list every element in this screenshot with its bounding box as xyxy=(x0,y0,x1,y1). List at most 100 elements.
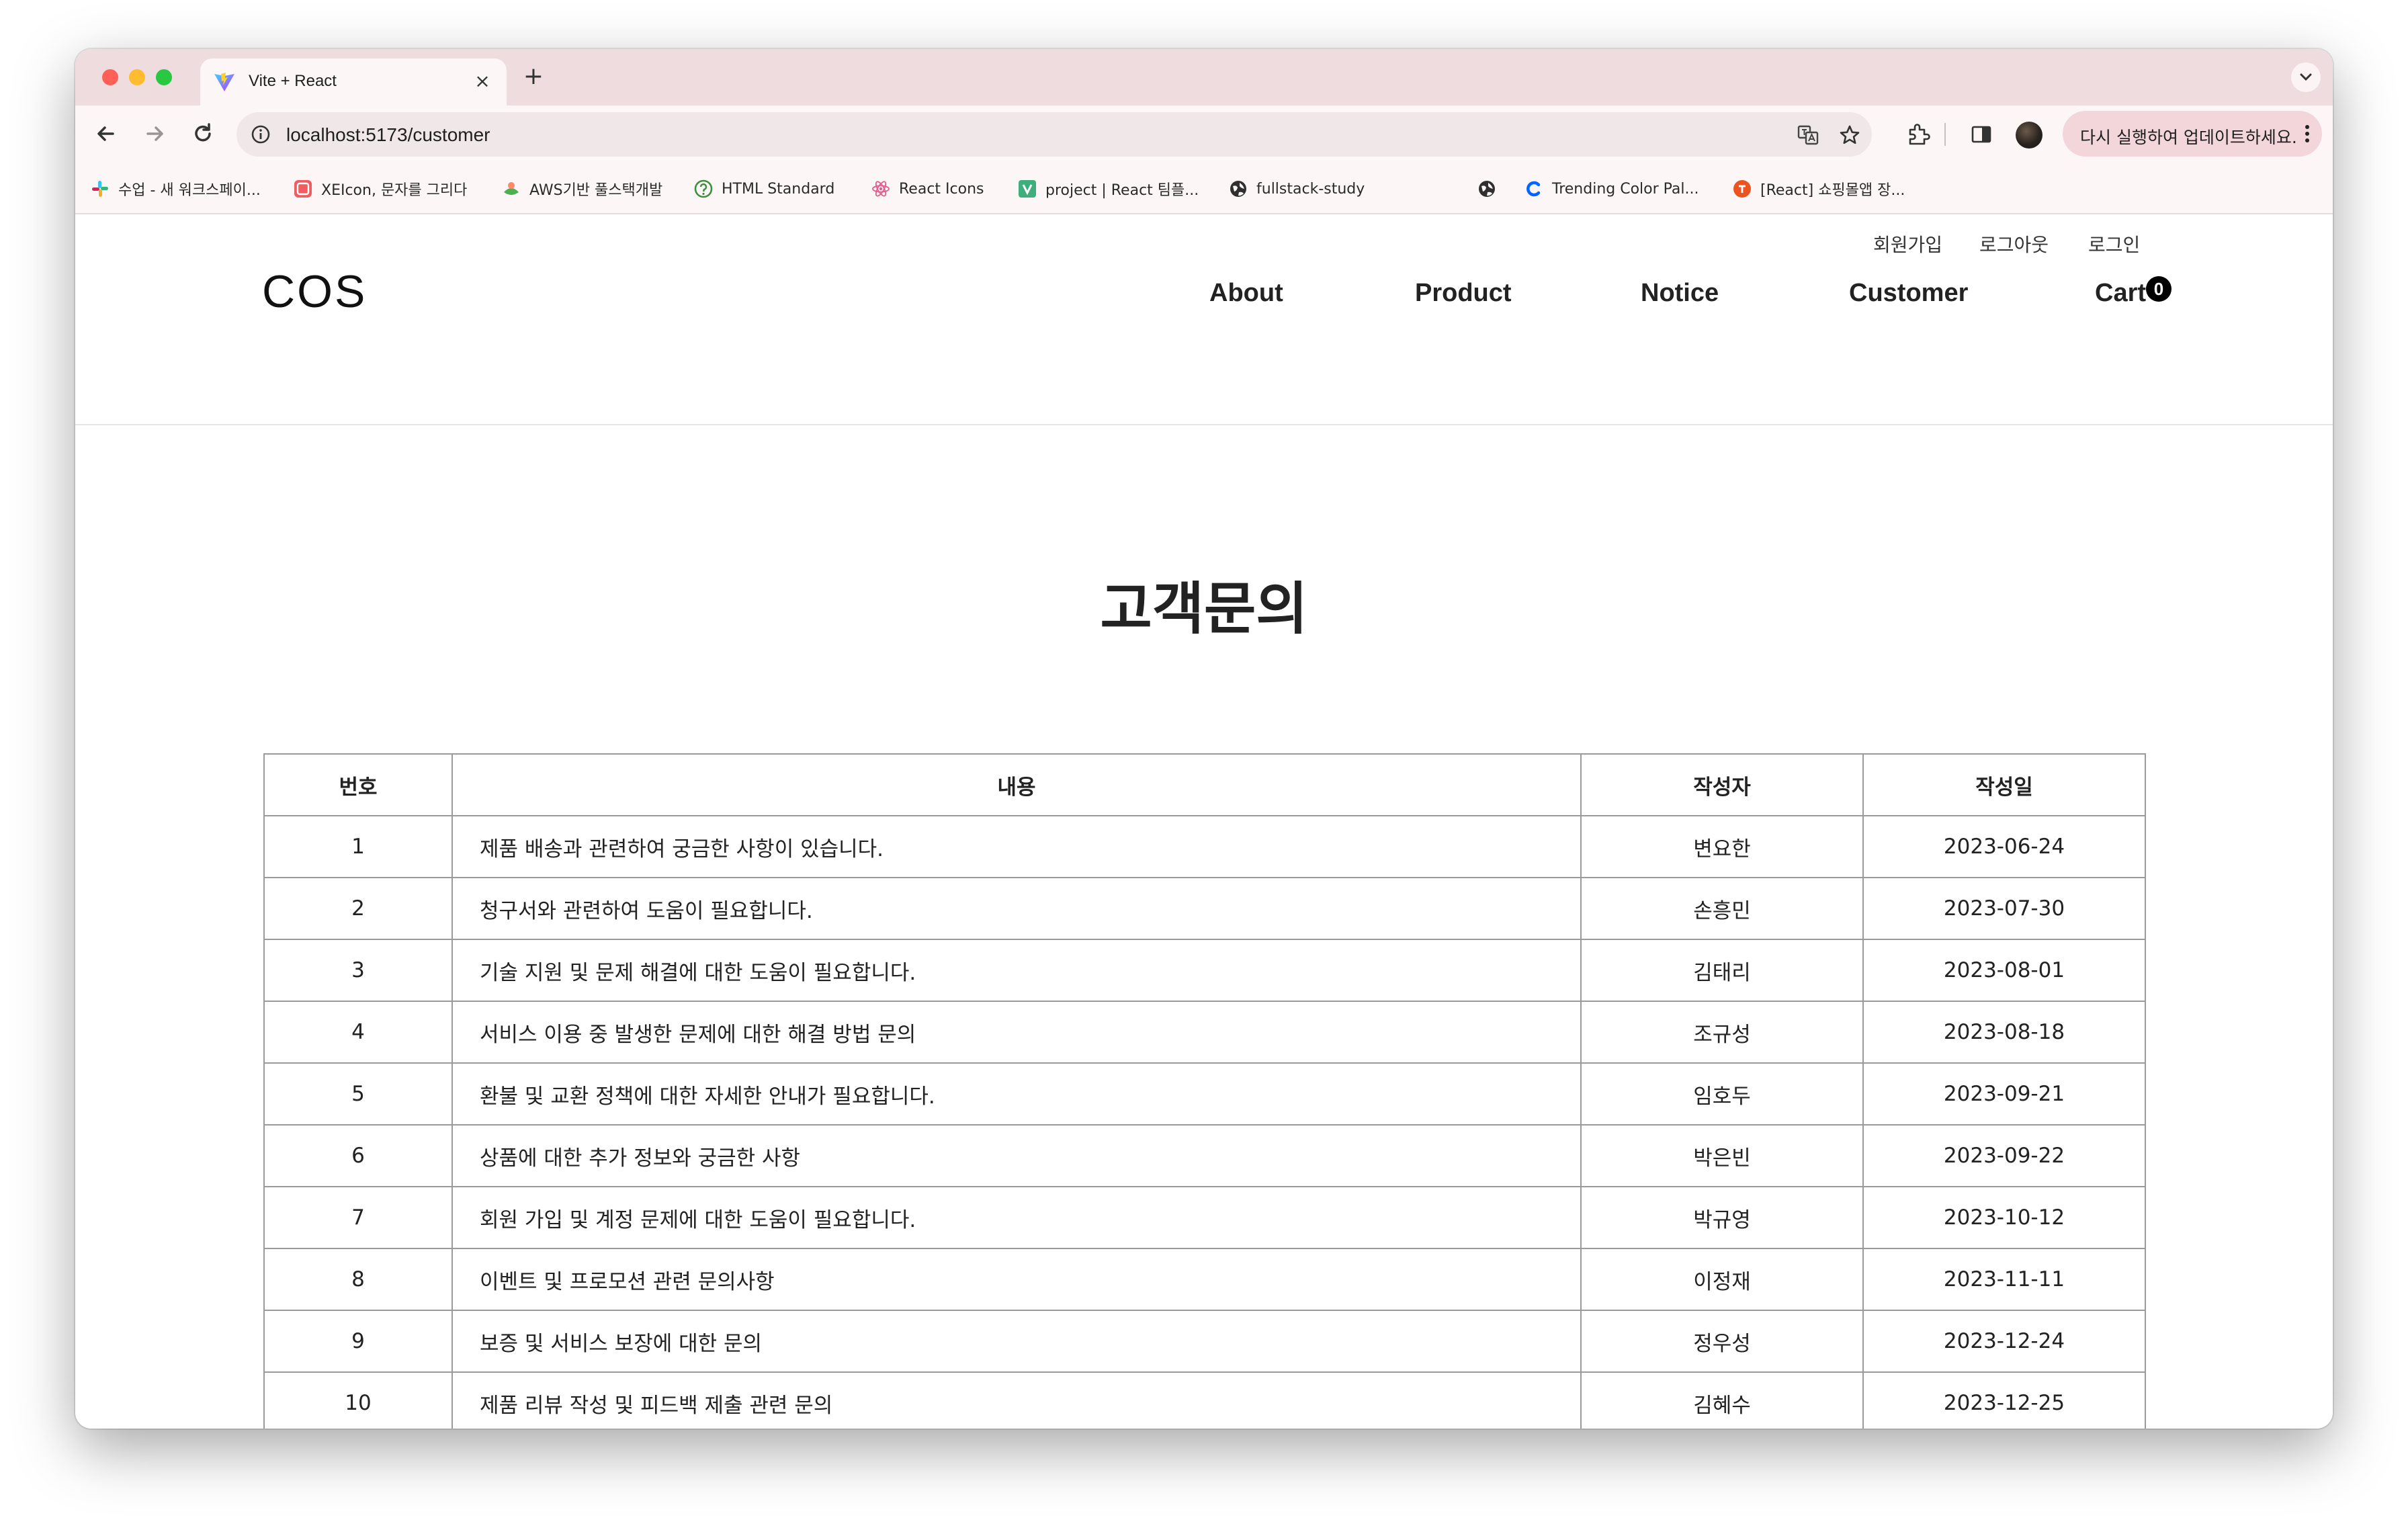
table-row[interactable]: 10 제품 리뷰 작성 및 피드백 제출 관련 문의 김혜수 2023-12-25 xyxy=(263,1371,2146,1429)
row-author: 박은빈 xyxy=(1580,1124,1864,1187)
bookmark-item[interactable]: AWS기반 풀스택개발 xyxy=(501,177,662,201)
column-header: 작성자 xyxy=(1580,753,1864,816)
reload-icon[interactable] xyxy=(189,120,216,147)
globe-icon xyxy=(1479,181,1495,197)
table-row[interactable]: 2 청구서와 관련하여 도움이 필요합니다. 손흥민 2023-07-30 xyxy=(263,877,2146,940)
row-date: 2023-07-30 xyxy=(1862,877,2146,940)
bookmark-label: XEIcon, 문자를 그리다 xyxy=(321,182,468,199)
site-logo[interactable]: COS xyxy=(262,265,367,318)
address-bar[interactable]: localhost:5173/customer xyxy=(236,112,1872,157)
row-content[interactable]: 서비스 이용 중 발생한 문제에 대한 해결 방법 문의 xyxy=(452,1001,1582,1064)
page-content: 회원가입 로그아웃 로그인 COS About Product Notice C… xyxy=(75,214,2333,1429)
translate-icon[interactable] xyxy=(1797,124,1819,146)
row-content[interactable]: 상품에 대한 추가 정보와 궁금한 사항 xyxy=(452,1124,1582,1187)
row-number: 2 xyxy=(263,877,453,940)
bookmark-item[interactable]: React Icons xyxy=(871,177,984,201)
tab-active[interactable]: Vite + React × xyxy=(200,58,507,105)
table-row[interactable]: 1 제품 배송과 관련하여 궁금한 사항이 있습니다. 변요한 2023-06-24 xyxy=(263,815,2146,878)
html-standard-icon xyxy=(694,179,713,198)
new-tab-button[interactable]: + xyxy=(519,62,548,92)
table-row[interactable]: 9 보증 및 서비스 보장에 대한 문의 정우성 2023-12-24 xyxy=(263,1310,2146,1373)
row-author: 조규성 xyxy=(1580,1001,1864,1064)
table-row[interactable]: 5 환불 및 교환 정책에 대한 자세한 안내가 필요합니다. 임호두 2023-09… xyxy=(263,1062,2146,1126)
side-panel-icon[interactable] xyxy=(1969,122,1994,147)
nav-customer[interactable]: Customer xyxy=(1849,279,1968,308)
tab-search-button[interactable] xyxy=(2291,62,2321,92)
table-row[interactable]: 8 이벤트 및 프로모션 관련 문의사항 이정재 2023-11-11 xyxy=(263,1248,2146,1311)
vite-icon xyxy=(214,73,234,91)
row-date: 2023-09-21 xyxy=(1862,1062,2146,1126)
row-author: 김태리 xyxy=(1580,939,1864,1002)
row-number: 6 xyxy=(263,1124,453,1187)
nav-cart[interactable]: Cart xyxy=(2095,279,2146,308)
vuepress-icon xyxy=(1019,180,1036,198)
url-text[interactable]: localhost:5173/customer xyxy=(286,124,490,146)
row-content[interactable]: 환불 및 교환 정책에 대한 자세한 안내가 필요합니다. xyxy=(452,1062,1582,1126)
table-row[interactable]: 3 기술 지원 및 문제 해결에 대한 도움이 필요합니다. 김태리 2023-08-… xyxy=(263,939,2146,1002)
row-number: 10 xyxy=(263,1371,453,1429)
header-divider xyxy=(75,424,2333,425)
cart-count-badge: 0 xyxy=(2146,276,2172,302)
row-number: 7 xyxy=(263,1186,453,1249)
update-chrome-button[interactable]: 다시 실행하여 업데이트하세요. xyxy=(2063,111,2322,157)
row-date: 2023-06-24 xyxy=(1862,815,2146,878)
bookmark-item[interactable]: project | React 팀플... xyxy=(1017,177,1199,201)
row-number: 1 xyxy=(263,815,453,878)
bookmark-label: AWS기반 풀스택개발 xyxy=(529,182,663,199)
site-info-icon[interactable] xyxy=(250,124,271,145)
kebab-menu-icon xyxy=(2305,125,2309,142)
bookmark-item[interactable]: HTML Standard xyxy=(693,177,834,201)
table-row[interactable]: 7 회원 가입 및 계정 문제에 대한 도움이 필요합니다. 박규영 2023-10-… xyxy=(263,1186,2146,1249)
signup-link[interactable]: 회원가입 xyxy=(1873,230,1942,257)
row-content[interactable]: 보증 및 서비스 보장에 대한 문의 xyxy=(452,1310,1582,1373)
row-date: 2023-08-01 xyxy=(1862,939,2146,1002)
row-content[interactable]: 이벤트 및 프로모션 관련 문의사항 xyxy=(452,1248,1582,1311)
customer-inquiry-table: 번호 내용 작성자 작성일 1 제품 배송과 관련하여 궁금한 사항이 있습니다.… xyxy=(263,753,2146,1429)
row-content[interactable]: 기술 지원 및 문제 해결에 대한 도움이 필요합니다. xyxy=(452,939,1582,1002)
forward-icon[interactable] xyxy=(141,120,168,147)
table-row[interactable]: 4 서비스 이용 중 발생한 문제에 대한 해결 방법 문의 조규성 2023-08-… xyxy=(263,1001,2146,1064)
bookmark-label: fullstack-study xyxy=(1256,180,1365,198)
react-icon xyxy=(872,181,890,197)
row-number: 3 xyxy=(263,939,453,1002)
row-date: 2023-12-24 xyxy=(1862,1310,2146,1373)
bookmark-item[interactable]: [React] 쇼핑몰앱 장... xyxy=(1732,177,1905,201)
nav-notice[interactable]: Notice xyxy=(1641,279,1719,308)
bookmark-item[interactable]: fullstack-study xyxy=(1228,177,1365,201)
extensions-icon[interactable] xyxy=(1905,122,1931,147)
xeicon-icon xyxy=(294,180,312,198)
column-header: 작성일 xyxy=(1862,753,2146,816)
minimize-window-button[interactable] xyxy=(129,69,145,85)
row-content[interactable]: 제품 리뷰 작성 및 피드백 제출 관련 문의 xyxy=(452,1371,1582,1429)
bookmark-label: HTML Standard xyxy=(722,180,835,198)
coolors-icon xyxy=(1526,181,1541,197)
logout-link[interactable]: 로그아웃 xyxy=(1979,230,2049,257)
tab-strip: Vite + React × + xyxy=(75,49,2333,105)
toolbar-divider xyxy=(1944,123,1946,146)
bookmark-item[interactable] xyxy=(1477,177,1505,201)
nav-product[interactable]: Product xyxy=(1415,279,1512,308)
row-content[interactable]: 청구서와 관련하여 도움이 필요합니다. xyxy=(452,877,1582,940)
bookmark-item[interactable]: Trending Color Pal... xyxy=(1524,177,1699,201)
bookmark-star-icon[interactable] xyxy=(1838,124,1861,146)
row-author: 김혜수 xyxy=(1580,1371,1864,1429)
bookmark-item[interactable]: XEIcon, 문자를 그리다 xyxy=(293,177,467,201)
zoom-window-button[interactable] xyxy=(156,69,172,85)
profile-avatar[interactable] xyxy=(2016,122,2042,148)
back-icon[interactable] xyxy=(93,120,120,147)
row-date: 2023-12-25 xyxy=(1862,1371,2146,1429)
nav-about[interactable]: About xyxy=(1209,279,1283,308)
close-window-button[interactable] xyxy=(102,69,118,85)
row-author: 박규영 xyxy=(1580,1186,1864,1249)
bookmark-label: 수업 - 새 워크스페이... xyxy=(118,182,261,199)
row-author: 변요한 xyxy=(1580,815,1864,878)
row-date: 2023-11-11 xyxy=(1862,1248,2146,1311)
row-author: 임호두 xyxy=(1580,1062,1864,1126)
login-link[interactable]: 로그인 xyxy=(2088,230,2140,257)
bookmark-item[interactable]: 수업 - 새 워크스페이... xyxy=(90,177,261,201)
row-content[interactable]: 회원 가입 및 계정 문제에 대한 도움이 필요합니다. xyxy=(452,1186,1582,1249)
tab-close-button[interactable]: × xyxy=(470,69,494,93)
row-date: 2023-10-12 xyxy=(1862,1186,2146,1249)
row-content[interactable]: 제품 배송과 관련하여 궁금한 사항이 있습니다. xyxy=(452,815,1582,878)
table-row[interactable]: 6 상품에 대한 추가 정보와 궁금한 사항 박은빈 2023-09-22 xyxy=(263,1124,2146,1187)
